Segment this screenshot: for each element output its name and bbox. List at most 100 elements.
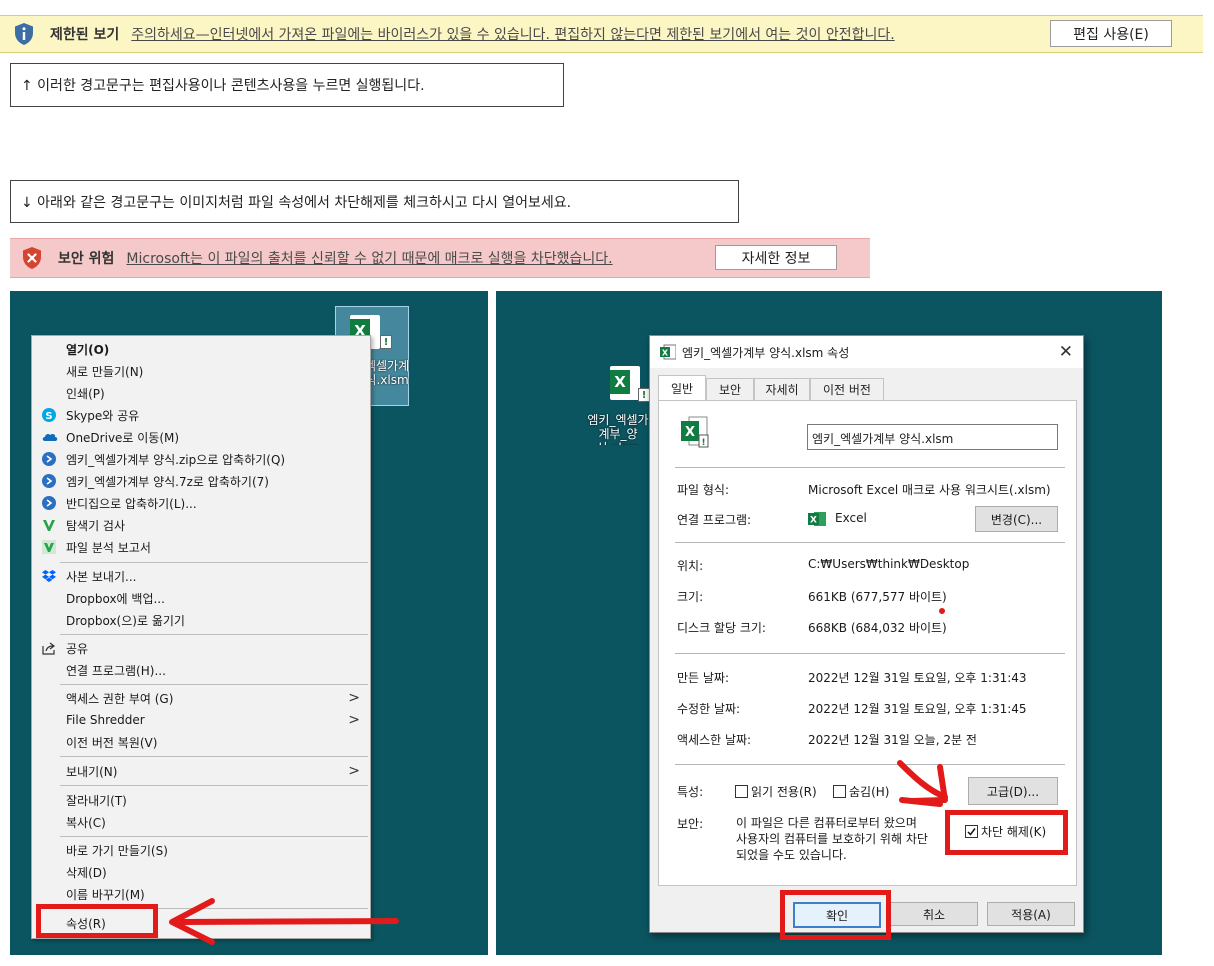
tab-previous-versions[interactable]: 이전 버전 (810, 378, 884, 400)
more-info-button[interactable]: 자세한 정보 (715, 245, 837, 270)
menu-zip-compress[interactable]: 엠키_엑셀가계부 양식.zip으로 압축하기(Q) (32, 448, 370, 470)
opens-with-label: 연결 프로그램: (677, 513, 752, 527)
hidden-checkbox[interactable]: 숨김(H) (833, 783, 889, 800)
modified-value: 2022년 12월 31일 토요일, 오후 1:31:45 (808, 702, 1027, 716)
menu-restore-previous[interactable]: 이전 버전 복원(V) (32, 731, 370, 753)
checkbox-box[interactable] (833, 785, 846, 798)
svg-text:X: X (662, 349, 669, 358)
block-badge-icon: ! (380, 335, 392, 349)
excel-file-icon[interactable]: X (610, 366, 640, 400)
size-value: 661KB (677,577 바이트) (808, 590, 947, 604)
highlight-unblock-box (945, 810, 1068, 855)
location-label: 위치: (677, 559, 704, 573)
divider (675, 764, 1065, 765)
svg-text:!: ! (701, 438, 705, 448)
menu-new[interactable]: 새로 만들기(N) (32, 360, 370, 382)
menu-skype-share[interactable]: S Skype와 공유 (32, 404, 370, 426)
security-description: 이 파일은 다른 컴퓨터로부터 왔으며 사용자의 컴퓨터를 보호하기 위해 차단… (736, 816, 928, 862)
restricted-view-message[interactable]: 주의하세요—인터넷에서 가져온 파일에는 바이러스가 있을 수 있습니다. 편집… (131, 24, 894, 44)
highlight-properties-box (36, 904, 158, 938)
menu-separator (60, 836, 368, 837)
skype-icon: S (42, 408, 56, 422)
menu-file-shredder[interactable]: File Shredder > (32, 709, 370, 731)
created-value: 2022년 12월 31일 토요일, 오후 1:31:43 (808, 671, 1027, 685)
restricted-view-title: 제한된 보기 (50, 27, 120, 43)
menu-dropbox-backup[interactable]: Dropbox에 백업... (32, 587, 370, 609)
tab-security[interactable]: 보안 (706, 378, 754, 400)
cancel-button[interactable]: 취소 (890, 902, 978, 926)
menu-cut[interactable]: 잘라내기(T) (32, 789, 370, 811)
accessed-value: 2022년 12월 31일 오늘, 2분 전 (808, 733, 977, 747)
note-restricted-view: ↑ 이러한 경고문구는 편집사용이나 콘텐츠사용을 누르면 실행됩니다. (10, 63, 564, 107)
disk-size-label: 디스크 할당 크기: (677, 621, 766, 635)
menu-analysis-report[interactable]: 파일 분석 보고서 (32, 536, 370, 558)
modified-label: 수정한 날짜: (677, 702, 741, 716)
divider (675, 653, 1065, 654)
menu-send-to[interactable]: 보내기(N) > (32, 760, 370, 782)
security-risk-message[interactable]: Microsoft는 이 파일의 출처를 신뢰할 수 없기 때문에 매크로 실행… (126, 248, 612, 268)
desktop-file-label: 엠키_엑셀가계부_양식.xlsm (587, 413, 649, 445)
share-icon (42, 641, 56, 655)
onedrive-icon (42, 430, 58, 444)
created-label: 만든 날짜: (677, 671, 730, 685)
menu-open-with[interactable]: 연결 프로그램(H)... (32, 659, 370, 681)
svg-text:X: X (810, 516, 817, 526)
tab-details[interactable]: 자세히 (754, 378, 810, 400)
menu-bandizip[interactable]: 반디집으로 압축하기(L)... (32, 492, 370, 514)
context-menu: 열기(O) 새로 만들기(N) 인쇄(P) S Skype와 공유 OneDri… (31, 335, 371, 939)
menu-create-shortcut[interactable]: 바로 가기 만들기(S) (32, 839, 370, 861)
checkbox-box[interactable] (735, 785, 748, 798)
menu-give-access[interactable]: 액세스 권한 부여 (G) > (32, 687, 370, 709)
menu-print[interactable]: 인쇄(P) (32, 382, 370, 404)
svg-text:S: S (45, 411, 52, 422)
menu-dropbox-move[interactable]: Dropbox(으)로 옮기기 (32, 609, 370, 631)
menu-open[interactable]: 열기(O) (32, 338, 370, 360)
change-button[interactable]: 변경(C)... (975, 506, 1058, 532)
close-icon[interactable]: ✕ (1059, 342, 1073, 362)
opens-with-value: Excel (835, 511, 867, 525)
menu-delete[interactable]: 삭제(D) (32, 861, 370, 883)
menu-send-copy[interactable]: 사본 보내기... (32, 565, 370, 587)
divider (675, 467, 1065, 468)
excel-small-icon: X (660, 344, 677, 360)
chevron-right-icon: > (348, 763, 360, 779)
highlight-ok-box (780, 890, 891, 940)
dropbox-icon (42, 569, 56, 583)
security-label: 보안: (677, 817, 704, 831)
chevron-right-icon: > (348, 712, 360, 728)
dialog-title: 엠키_엑셀가계부 양식.xlsm 속성 (682, 345, 850, 360)
excel-file-icon: X! (679, 415, 711, 449)
dialog-titlebar: X 엠키_엑셀가계부 양식.xlsm 속성 ✕ (650, 336, 1083, 368)
menu-separator (60, 634, 368, 635)
note-security-risk: ↓ 아래와 같은 경고문구는 이미지처럼 파일 속성에서 차단해제를 체크하시고… (10, 180, 739, 223)
menu-separator (60, 756, 368, 757)
menu-copy[interactable]: 복사(C) (32, 811, 370, 833)
bandizip-icon (42, 474, 56, 488)
menu-scan[interactable]: 탐색기 검사 (32, 514, 370, 536)
advanced-button[interactable]: 고급(D)... (968, 777, 1058, 805)
attributes-label: 특성: (677, 785, 704, 799)
accessed-label: 액세스한 날짜: (677, 733, 752, 747)
disk-size-value: 668KB (684,032 바이트) (808, 621, 947, 635)
menu-onedrive[interactable]: OneDrive로 이동(M) (32, 426, 370, 448)
menu-rename[interactable]: 이름 바꾸기(M) (32, 883, 370, 905)
menu-separator (60, 785, 368, 786)
excel-icon: X (808, 510, 826, 528)
readonly-checkbox[interactable]: 읽기 전용(R) (735, 783, 817, 800)
restricted-view-bar: 제한된 보기 주의하세요—인터넷에서 가져온 파일에는 바이러스가 있을 수 있… (0, 15, 1203, 53)
bandizip-icon (42, 496, 56, 510)
chevron-right-icon: > (348, 690, 360, 706)
filename-input[interactable]: 엠키_엑셀가계부 양식.xlsm (807, 424, 1058, 450)
menu-7z-compress[interactable]: 엠키_엑셀가계부 양식.7z로 압축하기(7) (32, 470, 370, 492)
bandizip-icon (42, 452, 56, 466)
location-value: C:₩Users₩think₩Desktop (808, 557, 970, 571)
size-label: 크기: (677, 590, 704, 604)
tab-general[interactable]: 일반 (658, 375, 706, 401)
apply-button[interactable]: 적용(A) (987, 902, 1075, 926)
file-type-value: Microsoft Excel 매크로 사용 워크시트(.xlsm) (808, 483, 1051, 497)
info-shield-icon (15, 23, 33, 45)
menu-share[interactable]: 공유 (32, 637, 370, 659)
enable-editing-button[interactable]: 편집 사용(E) (1050, 20, 1172, 47)
divider (675, 542, 1065, 543)
security-risk-title: 보안 위험 (58, 251, 115, 267)
